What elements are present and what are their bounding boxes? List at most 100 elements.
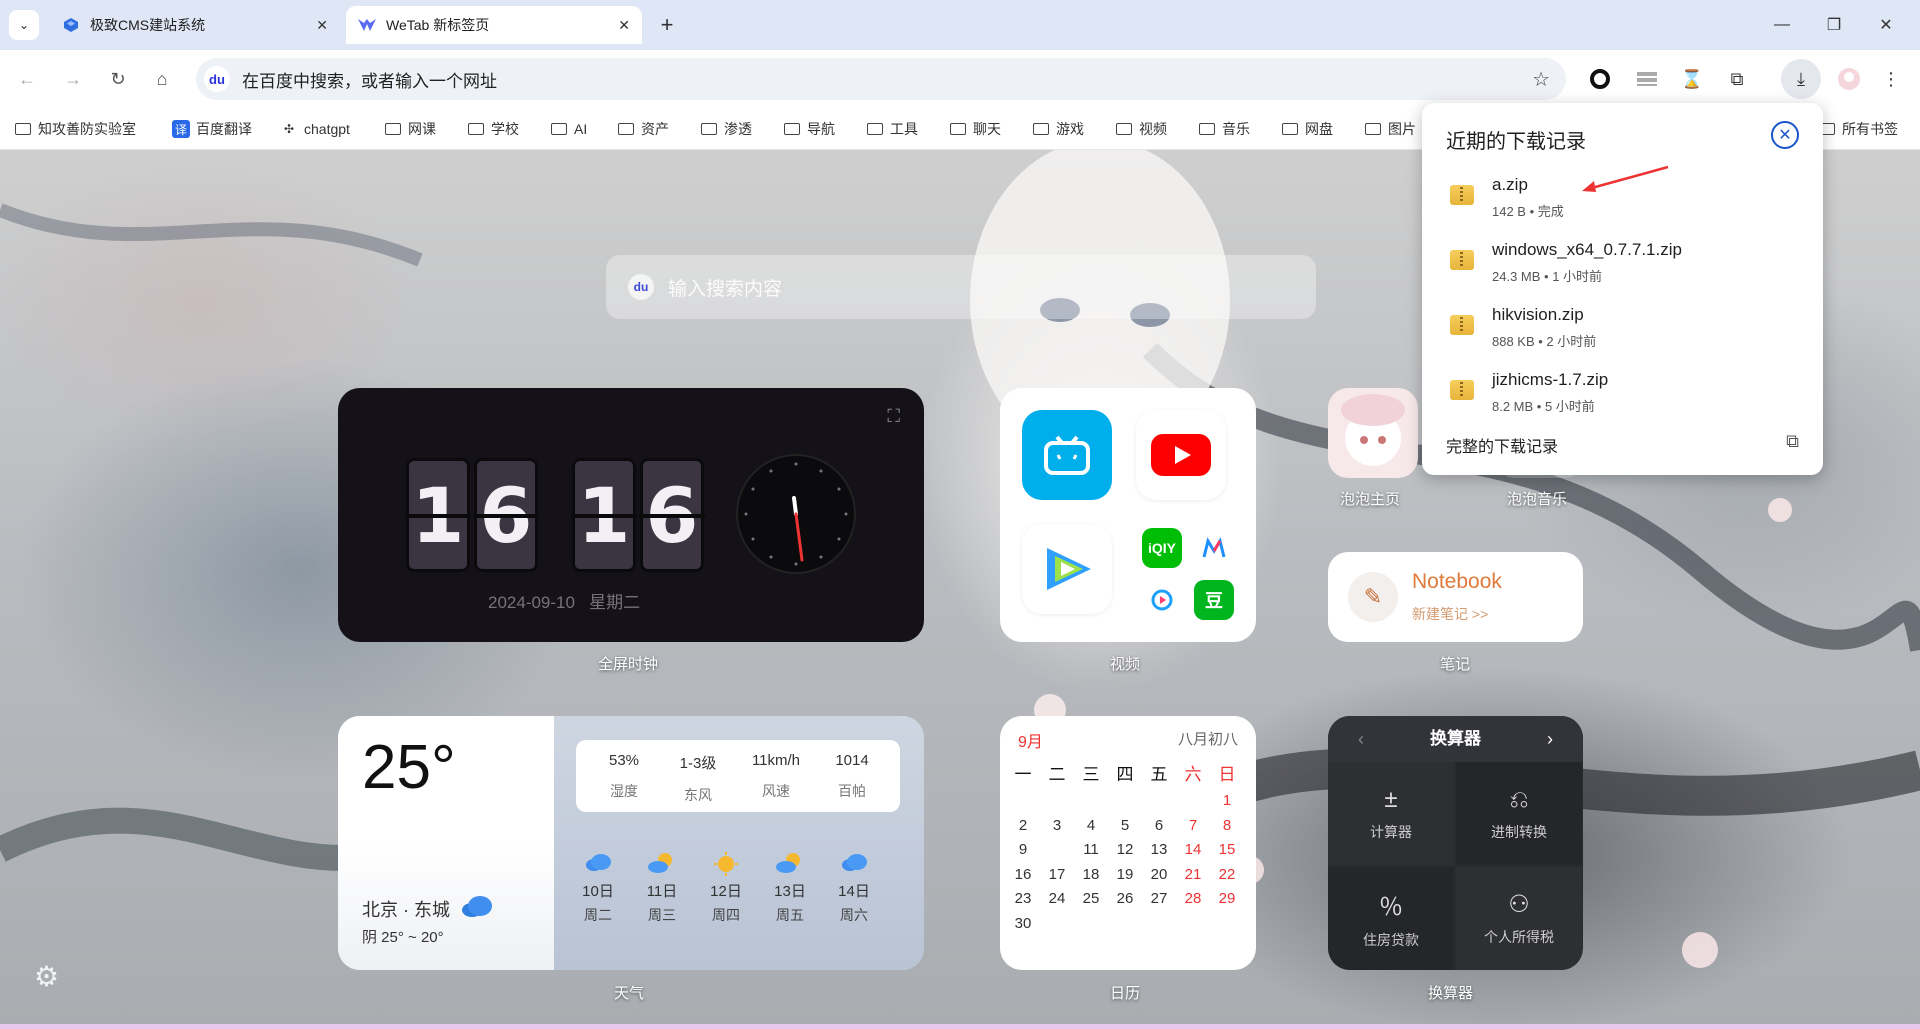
bookmark-item[interactable]: 视频 — [1115, 118, 1167, 140]
calendar-day[interactable]: 19 — [1108, 862, 1142, 888]
calendar-day[interactable]: 20 — [1142, 862, 1176, 888]
notebook-widget[interactable]: ✎ Notebook 新建笔记 >> — [1328, 552, 1583, 642]
calendar-day[interactable]: 16 — [1006, 862, 1040, 888]
gear-icon[interactable]: ⚙ — [34, 960, 59, 993]
bilibili-icon[interactable] — [1022, 410, 1112, 500]
calendar-day[interactable]: 8 — [1210, 813, 1244, 839]
new-note-link[interactable]: 新建笔记 >> — [1412, 604, 1488, 624]
douban-icon[interactable]: 豆 — [1194, 580, 1234, 620]
close-icon[interactable]: ✕ — [1771, 121, 1799, 149]
home-button[interactable]: ⌂ — [147, 64, 177, 94]
calendar-day[interactable]: 18 — [1074, 862, 1108, 888]
bookmark-item[interactable]: 音乐 — [1198, 118, 1250, 140]
calendar-day[interactable]: 22 — [1210, 862, 1244, 888]
bookmark-item[interactable]: 渗透 — [700, 118, 752, 140]
search-box[interactable]: du 输入搜索内容 — [606, 255, 1316, 319]
calendar-day[interactable]: 17 — [1040, 862, 1074, 888]
clock-widget[interactable]: ⛶ 1 6 1 6 2024-09-10 星期二 — [338, 388, 924, 642]
bookmark-item[interactable]: AI — [550, 118, 587, 140]
bookmark-item[interactable]: 导航 — [783, 118, 835, 140]
calendar-day[interactable]: 25 — [1074, 886, 1108, 912]
download-item[interactable]: jizhicms-1.7.zip 8.2 MB • 5 小时前 — [1450, 370, 1810, 420]
weather-widget[interactable]: 25° 北京 · 东城 阴 25° ~ 20° 53% 湿度 1-3级 东风 11k… — [338, 716, 924, 970]
income-tax-button[interactable]: ⚇ 个人所得税 — [1456, 867, 1582, 970]
bookmark-item[interactable]: 网盘 — [1281, 118, 1333, 140]
restore-button[interactable]: ❐ — [1814, 8, 1854, 42]
mango-tv-icon[interactable] — [1194, 528, 1234, 568]
calendar-widget[interactable]: 9月 八月初八 一二三四五六日 1 2 3 4 5 6 7 8 9 10 11 12 13 14 15 16 17… — [1000, 716, 1256, 970]
fullscreen-icon[interactable]: ⛶ — [887, 406, 900, 427]
address-bar[interactable]: du 在百度中搜索，或者输入一个网址 ☆ — [196, 58, 1566, 100]
bookmark-star-icon[interactable]: ☆ — [1532, 67, 1550, 92]
puzzle-icon[interactable]: ⧉ — [1722, 64, 1752, 94]
chevron-right-icon[interactable]: › — [1547, 716, 1553, 762]
calendar-day[interactable]: 5 — [1108, 813, 1142, 839]
close-window-button[interactable]: ✕ — [1866, 8, 1906, 42]
all-bookmarks[interactable]: 所有书签 — [1818, 118, 1898, 140]
full-download-history-link[interactable]: 完整的下载记录 — [1446, 433, 1558, 457]
video-folder[interactable]: iQIY 豆 — [1000, 388, 1256, 642]
reload-button[interactable]: ↻ — [103, 64, 133, 94]
calendar-today[interactable]: 10 — [1040, 837, 1074, 863]
bookmark-item[interactable]: ✣ chatgpt — [280, 118, 350, 140]
base-convert-button[interactable]: ⎌ 进制转换 — [1456, 762, 1582, 865]
new-tab-button[interactable]: + — [652, 10, 682, 40]
converter-widget[interactable]: 换算器 ‹ › ± 计算器 ⎌ 进制转换 ％住房贷款 ⚇ 个人所得税 — [1328, 716, 1583, 970]
calendar-day[interactable]: 9 — [1006, 837, 1040, 863]
calendar-day[interactable]: 21 — [1176, 862, 1210, 888]
folder-icon — [1032, 121, 1050, 137]
download-icon[interactable]: ⤓ — [1781, 59, 1821, 99]
calendar-day[interactable]: 24 — [1040, 886, 1074, 912]
calendar-day[interactable]: 12 — [1108, 837, 1142, 863]
youtube-icon[interactable] — [1136, 410, 1226, 500]
back-button[interactable]: ← — [12, 64, 42, 94]
iqiyi-icon[interactable]: iQIY — [1142, 528, 1182, 568]
hourglass-icon[interactable]: ⌛ — [1677, 64, 1707, 94]
bookmark-item[interactable]: 图片 — [1364, 118, 1416, 140]
chevron-left-icon[interactable]: ‹ — [1358, 716, 1364, 762]
tab-search-button[interactable]: ⌄ — [9, 10, 39, 40]
calendar-day[interactable]: 4 — [1074, 813, 1108, 839]
youku-icon[interactable] — [1142, 580, 1182, 620]
calendar-day[interactable]: 2 — [1006, 813, 1040, 839]
calendar-day[interactable]: 14 — [1176, 837, 1210, 863]
forward-button[interactable]: → — [58, 64, 88, 94]
calendar-day[interactable]: 26 — [1108, 886, 1142, 912]
bookmark-item[interactable]: 资产 — [617, 118, 669, 140]
paopao-home-icon[interactable] — [1328, 388, 1418, 478]
close-icon[interactable]: ✕ — [618, 17, 630, 34]
calendar-day[interactable]: 28 — [1176, 886, 1210, 912]
download-item[interactable]: hikvision.zip 888 KB • 2 小时前 — [1450, 305, 1810, 355]
bookmark-item[interactable]: 游戏 — [1032, 118, 1084, 140]
extension-stack-icon[interactable] — [1632, 64, 1662, 94]
record-icon[interactable] — [1585, 64, 1615, 94]
bookmark-item[interactable]: 聊天 — [949, 118, 1001, 140]
calendar-day[interactable]: 7 — [1176, 813, 1210, 839]
tencent-video-icon[interactable] — [1022, 524, 1112, 614]
bookmark-item[interactable]: 学校 — [467, 118, 519, 140]
calendar-day[interactable]: 3 — [1040, 813, 1074, 839]
bookmark-item[interactable]: 网课 — [384, 118, 436, 140]
profile-avatar[interactable] — [1834, 64, 1864, 94]
bookmark-item[interactable]: 译百度翻译 — [172, 118, 252, 140]
close-icon[interactable]: ✕ — [316, 17, 328, 34]
calendar-day[interactable]: 30 — [1006, 911, 1040, 937]
mortgage-button[interactable]: ％住房贷款 — [1328, 867, 1454, 970]
tab-wetab[interactable]: WeTab 新标签页 ✕ — [346, 6, 642, 44]
calendar-day[interactable]: 27 — [1142, 886, 1176, 912]
calendar-day[interactable]: 11 — [1074, 837, 1108, 863]
calendar-day[interactable]: 15 — [1210, 837, 1244, 863]
download-item[interactable]: windows_x64_0.7.7.1.zip 24.3 MB • 1 小时前 — [1450, 240, 1810, 290]
bookmark-item[interactable]: 知攻善防实验室 — [14, 118, 136, 140]
calendar-day[interactable]: 29 — [1210, 886, 1244, 912]
calculator-button[interactable]: ± 计算器 — [1328, 762, 1454, 865]
more-menu-icon[interactable]: ⋮ — [1876, 64, 1906, 94]
external-link-icon[interactable]: ⧉ — [1786, 431, 1799, 452]
calendar-day[interactable]: 23 — [1006, 886, 1040, 912]
calendar-day[interactable]: 6 — [1142, 813, 1176, 839]
minimize-button[interactable]: — — [1762, 8, 1802, 42]
bookmark-item[interactable]: 工具 — [866, 118, 918, 140]
calendar-day[interactable]: 13 — [1142, 837, 1176, 863]
tab-jizhicms[interactable]: 极致CMS建站系统 ✕ — [50, 6, 340, 44]
calendar-day[interactable]: 1 — [1210, 788, 1244, 814]
